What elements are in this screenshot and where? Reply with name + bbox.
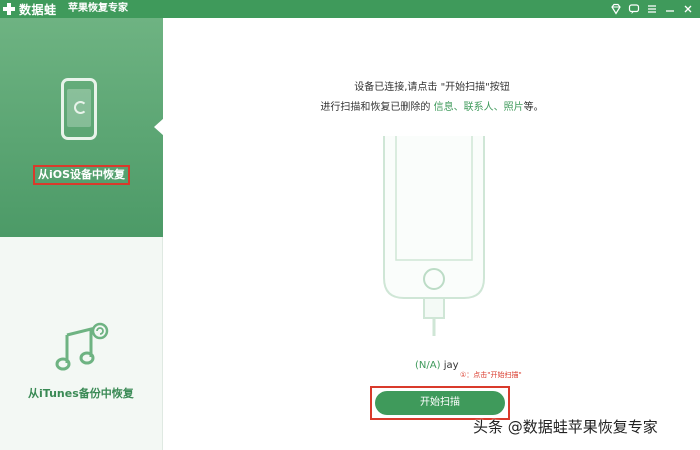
scan-description-suffix: 等。: [523, 102, 544, 113]
close-icon[interactable]: [682, 3, 694, 15]
start-scan-button[interactable]: 开始扫描: [375, 391, 505, 415]
menu-icon[interactable]: [646, 3, 658, 15]
scan-description-prefix: 进行扫描和恢复已删除的: [320, 102, 434, 113]
connect-hint: 设备已连接,请点击 "开始扫描"按钮: [354, 82, 510, 93]
chat-icon[interactable]: [628, 3, 640, 15]
minimize-icon[interactable]: [664, 3, 676, 15]
title-bar: 数据蛙 苹果恢复专家: [0, 0, 700, 18]
iphone-sync-icon: [61, 78, 97, 140]
plus-icon: [3, 3, 15, 15]
watermark: 头条 @数据蛙苹果恢复专家: [473, 418, 658, 436]
device-name: jay: [443, 360, 459, 371]
window-controls: [610, 2, 694, 16]
device-label: (N/A) jay: [415, 360, 459, 371]
scan-description: 进行扫描和恢复已删除的 信息、联系人、照片等。: [164, 98, 700, 113]
recoverable-types: 信息、联系人、照片: [433, 102, 524, 113]
gem-icon[interactable]: [610, 3, 622, 15]
logo-text: 数据蛙: [19, 2, 57, 17]
app-logo: 数据蛙: [3, 1, 57, 17]
sidebar-item-itunes-backup[interactable]: 从iTunes备份中恢复: [0, 237, 163, 450]
sidebar-item-ios-device[interactable]: 从iOS设备中恢复: [0, 18, 164, 237]
app-title: 苹果恢复专家: [68, 3, 128, 14]
scan-button-highlight: 开始扫描: [370, 386, 510, 420]
main-panel: 设备已连接,请点击 "开始扫描"按钮 进行扫描和恢复已删除的 信息、联系人、照片…: [164, 18, 700, 450]
sidebar-item-label: 从iOS设备中恢复: [33, 165, 131, 185]
music-note-restore-icon: [55, 322, 109, 371]
annotation-note: ①：点击"开始扫描": [460, 371, 522, 379]
iphone-illustration: [383, 136, 485, 336]
device-status: (N/A): [415, 360, 441, 371]
sidebar-item-label: 从iTunes备份中恢复: [28, 387, 134, 400]
active-pointer: [154, 118, 164, 136]
sidebar: 从iOS设备中恢复 从iTunes备份中恢复: [0, 18, 164, 450]
